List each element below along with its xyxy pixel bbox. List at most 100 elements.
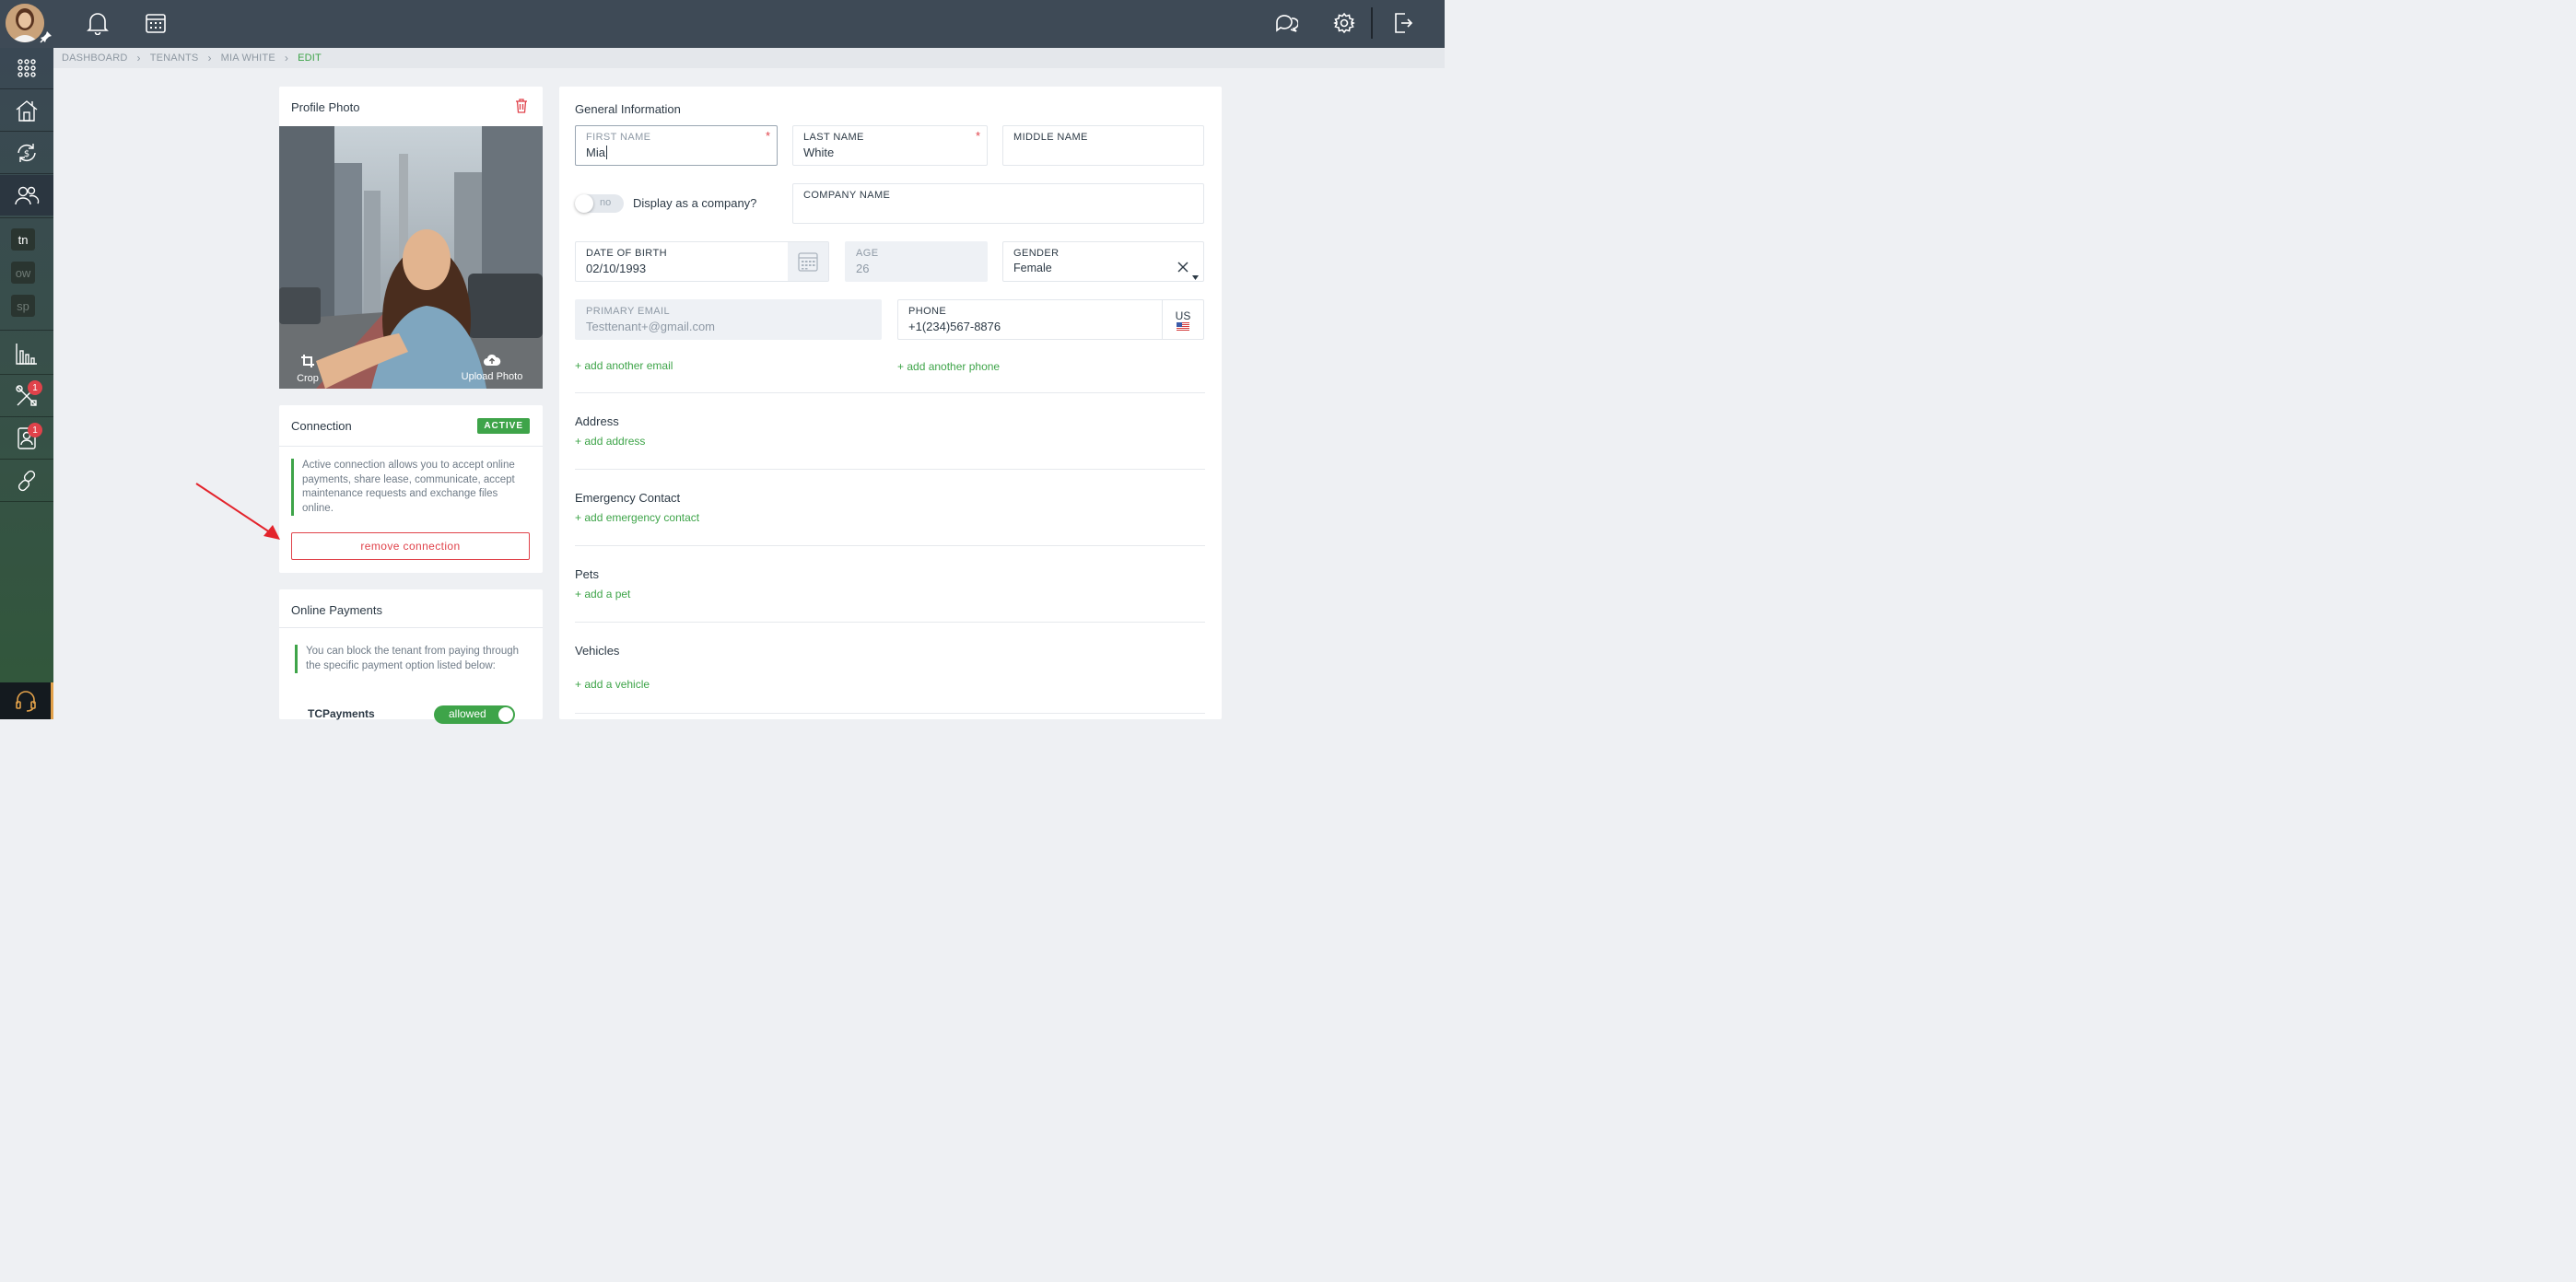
phone-label: PHONE	[908, 306, 947, 317]
connection-title: Connection	[291, 419, 352, 433]
breadcrumb-tenants[interactable]: TENANTS	[150, 52, 199, 64]
user-avatar[interactable]	[6, 4, 44, 42]
connection-description: Active connection allows you to accept o…	[291, 459, 521, 516]
last-name-value[interactable]: White	[803, 146, 977, 159]
company-name-label: COMPANY NAME	[803, 190, 891, 201]
bar-chart-icon	[16, 344, 37, 365]
breadcrumb-current: EDIT	[298, 52, 322, 64]
age-label: AGE	[856, 248, 879, 259]
crop-icon	[301, 355, 314, 367]
upload-photo-button[interactable]: Upload Photo	[453, 354, 531, 382]
company-toggle-text: Display as a company?	[633, 196, 757, 210]
chevron-right-icon: ›	[207, 52, 212, 64]
us-flag-icon	[1177, 321, 1189, 331]
crop-button[interactable]: Crop	[291, 354, 324, 384]
topbar-divider	[1371, 7, 1373, 39]
company-name-field[interactable]: COMPANY NAME	[792, 183, 1204, 224]
primary-email-value: Testtenant+@gmail.com	[586, 320, 716, 333]
sidebar-item-transactions[interactable]: $	[0, 133, 53, 173]
crop-label: Crop	[297, 373, 319, 384]
breadcrumb-tenant-name[interactable]: MIA WHITE	[221, 52, 275, 64]
add-vehicle-link[interactable]: + add a vehicle	[575, 678, 650, 691]
gender-select[interactable]: GENDER Female	[1002, 241, 1204, 282]
gender-value: Female	[1013, 262, 1052, 274]
sidebar-item-tenants[interactable]: tn	[11, 228, 35, 251]
profile-photo-card: Profile Photo Crop Upload Photo	[279, 87, 543, 389]
general-information-card	[559, 87, 1222, 719]
add-address-link[interactable]: + add address	[575, 435, 645, 448]
connection-card: Connection ACTIVE Active connection allo…	[279, 405, 543, 573]
bell-icon[interactable]	[84, 9, 111, 37]
middle-name-field[interactable]: MIDDLE NAME	[1002, 125, 1204, 166]
calendar-picker-icon[interactable]	[788, 242, 828, 281]
grid-icon	[18, 59, 36, 77]
clear-icon[interactable]	[1177, 261, 1188, 277]
money-cycle-icon: $	[18, 144, 36, 162]
chevron-right-icon: ›	[284, 52, 289, 64]
add-pet-link[interactable]: + add a pet	[575, 588, 630, 600]
online-payments-card: Online Payments You can block the tenant…	[279, 589, 543, 724]
tcpayments-toggle-label: allowed	[449, 707, 486, 720]
support-button[interactable]	[0, 682, 53, 719]
pin-icon[interactable]	[40, 30, 53, 43]
tenant-portal-badge: 1	[28, 423, 42, 437]
first-name-field[interactable]: FIRST NAME Mia *	[575, 125, 778, 166]
sidebar-item-people[interactable]	[0, 175, 53, 216]
middle-name-label: MIDDLE NAME	[1013, 132, 1088, 143]
profile-photo-title: Profile Photo	[291, 100, 360, 114]
emergency-contact-title: Emergency Contact	[575, 491, 681, 505]
svg-text:$: $	[24, 149, 29, 159]
breadcrumb-dashboard[interactable]: DASHBOARD	[62, 52, 127, 64]
trash-icon[interactable]	[515, 99, 528, 118]
add-emergency-contact-link[interactable]: + add emergency contact	[575, 511, 699, 524]
logout-icon[interactable]	[1389, 9, 1417, 37]
house-icon	[16, 100, 38, 122]
country-selector[interactable]: US	[1162, 300, 1203, 339]
tcpayments-label: TCPayments	[308, 707, 375, 720]
sidebar-item-maintenance[interactable]	[0, 376, 53, 416]
primary-email-field: PRIMARY EMAIL Testtenant+@gmail.com	[575, 299, 882, 340]
sidebar-item-tenant-portal[interactable]	[0, 418, 53, 459]
gender-label: GENDER	[1013, 248, 1060, 259]
sidebar-item-reports[interactable]	[0, 333, 53, 374]
company-toggle-label: no	[600, 197, 612, 208]
last-name-label: LAST NAME	[803, 132, 864, 143]
last-name-field[interactable]: LAST NAME White *	[792, 125, 988, 166]
age-value: 26	[856, 262, 870, 275]
date-of-birth-value[interactable]: 02/10/1993	[586, 262, 788, 275]
people-icon	[15, 186, 40, 205]
add-phone-link[interactable]: + add another phone	[897, 360, 1000, 373]
remove-connection-button[interactable]: remove connection	[291, 532, 530, 560]
required-icon: *	[975, 129, 980, 143]
address-title: Address	[575, 414, 619, 428]
online-payments-title: Online Payments	[291, 603, 382, 617]
date-of-birth-field[interactable]: DATE OF BIRTH 02/10/1993	[575, 241, 829, 282]
tcpayments-toggle[interactable]: allowed	[434, 705, 515, 724]
profile-photo-image	[279, 126, 543, 389]
first-name-label: FIRST NAME	[586, 132, 651, 143]
top-bar	[0, 0, 1445, 48]
chevron-down-icon[interactable]	[1192, 268, 1199, 285]
link-icon	[18, 470, 36, 492]
chevron-right-icon: ›	[136, 52, 141, 64]
sidebar-item-apps[interactable]	[0, 48, 53, 88]
gear-icon[interactable]	[1330, 9, 1358, 37]
company-toggle[interactable]: no	[575, 194, 624, 213]
chat-icon[interactable]	[1272, 9, 1300, 37]
sidebar-item-owners[interactable]: ow	[11, 262, 35, 284]
sidebar-item-links[interactable]	[0, 460, 53, 501]
age-field: AGE 26	[845, 241, 988, 282]
sidebar-item-service-pros[interactable]: sp	[11, 295, 35, 317]
add-email-link[interactable]: + add another email	[575, 359, 673, 372]
pets-title: Pets	[575, 567, 600, 581]
first-name-value[interactable]: Mia	[586, 146, 607, 159]
primary-email-label: PRIMARY EMAIL	[586, 306, 670, 317]
sidebar-item-properties[interactable]	[0, 90, 53, 131]
headset-icon	[15, 691, 36, 712]
maintenance-badge: 1	[28, 380, 42, 395]
phone-value[interactable]: +1(234)567-8876	[908, 320, 1153, 333]
required-icon: *	[765, 129, 770, 143]
connection-status-badge: ACTIVE	[477, 418, 530, 434]
calendar-icon[interactable]	[142, 9, 170, 37]
phone-field[interactable]: PHONE +1(234)567-8876 US	[897, 299, 1204, 340]
